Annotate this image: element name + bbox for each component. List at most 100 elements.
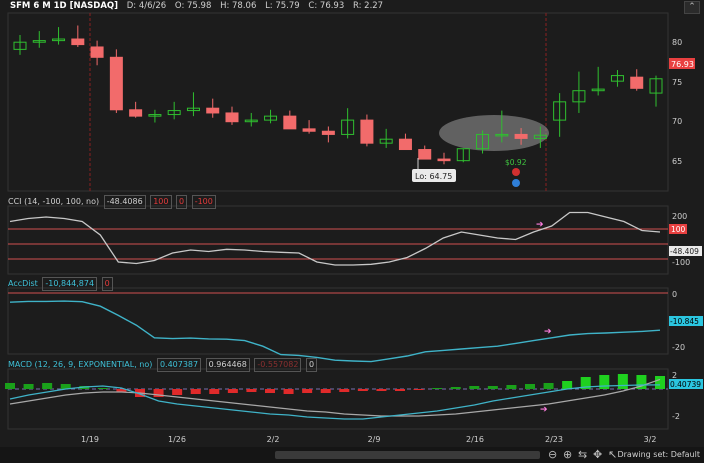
pan-arrows-icon[interactable]: ⇆ <box>578 447 587 463</box>
cci-label: CCI (14, -100, 100, no) <box>8 197 100 206</box>
accdist-header[interactable]: AccDist -10,844,874 0 <box>8 277 113 291</box>
accdist-pane <box>7 287 669 355</box>
macd-hist-bar <box>5 383 15 389</box>
macd-avg-value: 0.964468 <box>205 358 250 372</box>
accdist-label: AccDist <box>8 279 38 288</box>
macd-hist-bar <box>302 389 313 393</box>
macd-hist-bar <box>543 383 554 389</box>
horizontal-scrollbar[interactable] <box>275 451 540 459</box>
cci-axis-tick: -100 <box>672 258 690 267</box>
date-tick: 2/9 <box>368 435 381 444</box>
low-label: Lo: 64.75 <box>415 172 452 181</box>
cci-line <box>9 211 661 266</box>
macd-hist-bar <box>283 389 294 394</box>
macd-axis-tick: 0.40739 <box>670 380 701 389</box>
macd-hist-bar <box>395 389 405 391</box>
macd-param: 0 <box>305 358 318 372</box>
macd-header[interactable]: MACD (12, 26, 9, EXPONENTIAL, no) 0.4073… <box>8 358 318 372</box>
dividend-icon[interactable] <box>512 168 520 176</box>
zoom-in-icon[interactable]: ⊕ <box>563 447 572 463</box>
date-tick: 1/19 <box>81 435 99 444</box>
candle-body <box>630 76 644 89</box>
candle-body <box>225 112 239 123</box>
crosshair-icon[interactable]: ✥ <box>593 447 602 463</box>
candles-group <box>13 25 663 165</box>
macd-axis-tick: -2 <box>672 412 680 421</box>
cci-param: 0 <box>176 195 188 209</box>
accdist-line <box>9 300 661 363</box>
macd-hist-bar <box>525 384 535 389</box>
candle-body <box>514 133 528 139</box>
date-tick: 2/16 <box>466 435 484 444</box>
candle-body <box>437 158 451 162</box>
event-info-icon[interactable] <box>512 179 520 187</box>
macd-hist-bar <box>42 383 53 389</box>
macd-hist-bar <box>562 381 573 389</box>
cci-pane <box>7 205 669 275</box>
candle-body <box>283 115 297 130</box>
price-tick: 65 <box>672 157 682 166</box>
candle-body <box>206 107 220 114</box>
accdist-value: -10,844,874 <box>42 277 98 291</box>
accdist-axis-tick: 0 <box>672 290 677 299</box>
last-price-label: 76.93 <box>671 60 694 69</box>
date-tick: 2/2 <box>267 435 280 444</box>
candle-body <box>129 109 143 117</box>
cci-param: 100 <box>150 195 172 209</box>
macd-hist-bar <box>376 389 387 391</box>
cci-param: -100 <box>191 195 216 209</box>
cci-value: -48.4086 <box>103 195 146 209</box>
candle-body <box>90 46 104 58</box>
macd-hist-bar <box>655 376 665 389</box>
macd-hist-bar <box>450 387 461 389</box>
cci-header[interactable]: CCI (14, -100, 100, no) -48.4086 100 0 -… <box>8 195 216 209</box>
pink-arrow-icon: ➔ <box>540 405 548 415</box>
macd-hist-bar <box>320 389 331 393</box>
macd-hist-bar <box>487 386 498 389</box>
macd-axis-tick: 2 <box>672 371 677 380</box>
macd-hist-bar <box>357 389 368 391</box>
macd-hist-bar <box>246 389 257 392</box>
macd-value: 0.407387 <box>156 358 202 372</box>
macd-diff-value: -0.557082 <box>254 358 302 372</box>
price-chart[interactable]: 80 75 70 65 76.93 Lo: 64.75 $0.92 2 0 0 10… <box>0 0 704 447</box>
candle-body <box>109 56 123 111</box>
macd-pane <box>7 368 669 430</box>
accdist-axis-tick: -20 <box>672 343 685 352</box>
macd-label: MACD (12, 26, 9, EXPONENTIAL, no) <box>8 360 153 369</box>
macd-hist-bar <box>209 389 220 394</box>
macd-hist-bar <box>617 374 628 389</box>
cci-axis-tick: -48.409 <box>670 247 699 256</box>
candle-body <box>398 138 412 151</box>
macd-hist-bar <box>506 385 517 389</box>
macd-hist-bar <box>23 384 34 389</box>
macd-hist-bar <box>469 386 480 389</box>
price-tick: 75 <box>672 78 682 87</box>
macd-hist-bar <box>339 389 350 392</box>
zoom-out-icon[interactable]: ⊖ <box>548 447 557 463</box>
highlight-ellipse <box>439 115 549 151</box>
cursor-icon[interactable]: ↖ <box>608 447 617 463</box>
macd-hist-bar <box>97 388 108 389</box>
dividend-label: $0.92 <box>505 158 527 167</box>
cci-axis-tick: 100 <box>671 225 686 234</box>
pink-arrow-icon: ➔ <box>544 327 552 337</box>
drawing-set-label[interactable]: Drawing set: Default <box>617 447 700 463</box>
date-tick: 2/23 <box>545 435 563 444</box>
macd-hist-bar <box>413 389 424 390</box>
candle-body <box>321 130 335 135</box>
macd-hist-bar <box>190 389 201 394</box>
price-pane <box>7 12 669 192</box>
macd-hist-bar <box>265 389 275 393</box>
price-tick: 80 <box>672 38 682 47</box>
candle-body <box>71 38 85 46</box>
date-tick: 3/2 <box>644 435 657 444</box>
price-tick: 70 <box>672 117 682 126</box>
macd-hist-bar <box>432 388 443 389</box>
candle-body <box>360 119 374 144</box>
macd-hist-bar <box>599 375 610 389</box>
accdist-axis-tick: -10.845 <box>670 317 699 326</box>
macd-hist-bar <box>227 389 238 393</box>
accdist-param: 0 <box>101 277 113 291</box>
date-tick: 1/26 <box>168 435 186 444</box>
